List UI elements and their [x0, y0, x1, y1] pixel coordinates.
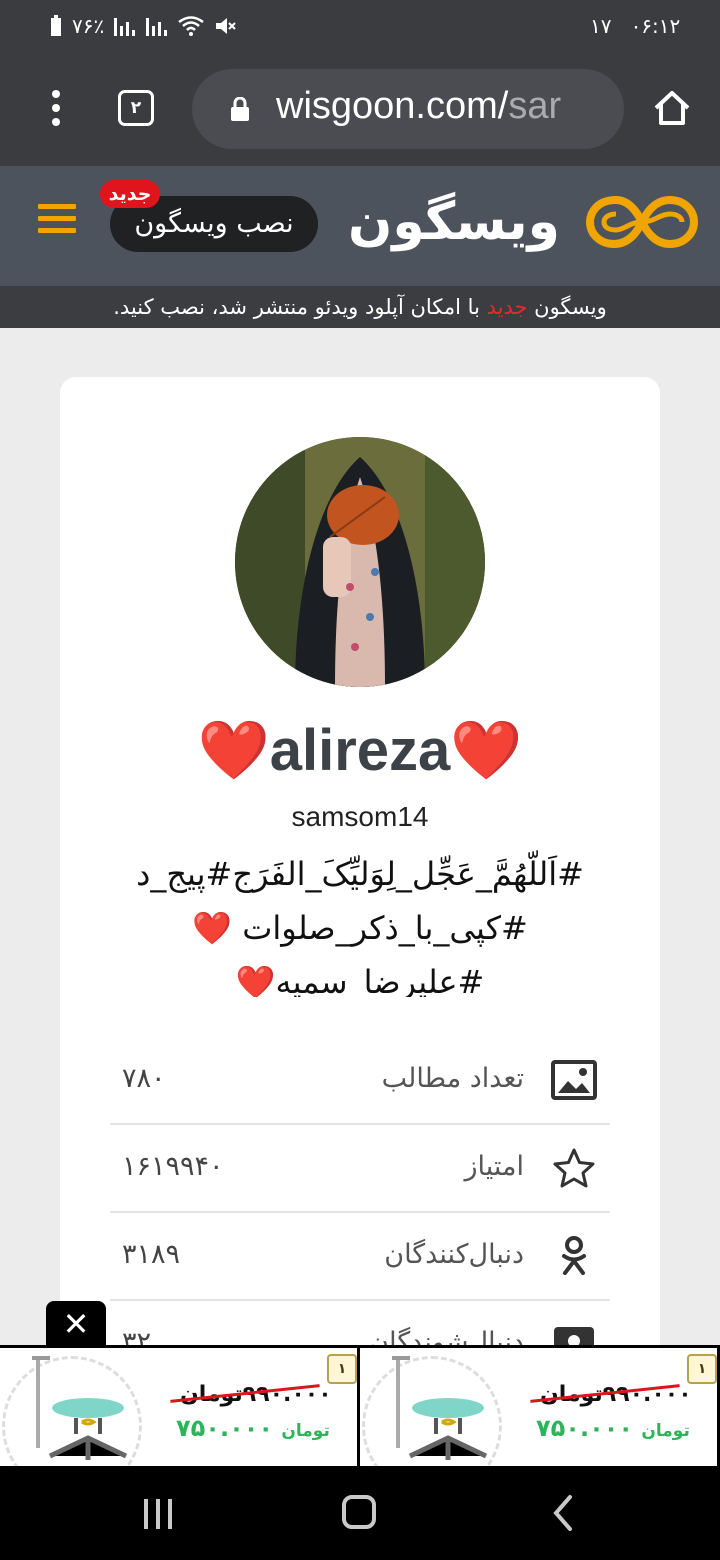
url-host: wisgoon.com/ — [276, 85, 509, 127]
url-path: sar — [508, 85, 562, 127]
ad-logo-icon: ۱ — [327, 1354, 357, 1384]
bio-line[interactable]: #اَللّهُمَّ_عَجِّل_لِوَلیِّکَ_الفَرَج#پی… — [100, 847, 620, 901]
signal-icon — [146, 18, 168, 36]
stat-label: دنبال‌کنندگان — [384, 1239, 524, 1270]
ad-new-price: تومان ۷۵۰.۰۰۰ — [536, 1414, 690, 1442]
bio-hashtag[interactable]: #کپی_با_ذکر_صلوات — [242, 909, 527, 947]
lock-icon — [231, 97, 249, 121]
stat-followers[interactable]: ۳۱۸۹ دنبال‌کنندگان — [110, 1213, 610, 1301]
stat-label: تعداد مطالب — [381, 1063, 524, 1094]
ad-close-button[interactable]: ✕ — [46, 1301, 106, 1347]
new-badge: جدید — [100, 180, 160, 208]
browser-toolbar: ۲ wisgoon.com/sar — [0, 54, 720, 166]
star-icon — [553, 1148, 595, 1188]
url-text: wisgoon.com/sar — [276, 85, 561, 128]
ad-item[interactable]: ۹۹۰.۰۰۰تومان تومان ۷۵۰.۰۰۰ ۱ — [0, 1348, 357, 1466]
avatar[interactable] — [235, 437, 485, 687]
notice-highlight: جدید — [486, 295, 528, 319]
battery-icon — [51, 15, 61, 36]
recents-icon[interactable] — [140, 1497, 176, 1531]
display-name: ❤️alireza❤️ — [60, 717, 660, 785]
system-nav-bar — [0, 1467, 720, 1560]
profile-card: ❤️alireza❤️ samsom14 #اَللّهُمَّ_عَجِّل_… — [60, 377, 660, 1389]
display-name-text: alireza — [269, 718, 451, 783]
site-logo-text[interactable]: ویسگون — [338, 182, 570, 262]
back-icon[interactable] — [548, 1493, 578, 1533]
status-time: ۱۷ ۰۶:۱۲ — [590, 14, 680, 38]
bio-heart: ❤️ — [235, 963, 276, 997]
status-clock: ۰۶:۱۲ — [630, 14, 681, 38]
home-button-icon[interactable] — [342, 1495, 376, 1529]
status-date: ۱۷ — [590, 14, 612, 38]
site-header: نصب ویسگون جدید ویسگون — [0, 166, 720, 286]
ad-price-value: ۷۵۰.۰۰۰ — [176, 1414, 274, 1442]
exercise-machine-image — [32, 1356, 128, 1460]
ad-new-price: تومان ۷۵۰.۰۰۰ — [176, 1414, 330, 1442]
stat-posts[interactable]: ۷۸۰ تعداد مطالب — [110, 1037, 610, 1125]
exercise-machine-image — [392, 1356, 488, 1460]
ad-price-unit: تومان — [281, 1421, 330, 1441]
username: samsom14 — [291, 801, 429, 832]
tab-switcher-button[interactable]: ۲ — [118, 90, 154, 126]
menu-dots-icon[interactable] — [44, 88, 68, 128]
bio-hashtag[interactable]: #علیرضا_سمیه — [275, 963, 484, 997]
stat-points[interactable]: ۱۶۱۹۹۴۰ امتیاز — [110, 1125, 610, 1213]
infinity-logo-icon[interactable] — [586, 192, 698, 252]
battery-percent: ۷۶٪ — [72, 14, 105, 38]
ad-price-unit: تومان — [641, 1421, 690, 1441]
name-heart-right: ❤️ — [450, 718, 523, 783]
address-bar[interactable]: wisgoon.com/sar — [192, 69, 624, 149]
name-heart-left: ❤️ — [197, 718, 270, 783]
ad-banner: ۹۹۰.۰۰۰تومان تومان ۷۵۰.۰۰۰ ۱ ۹۹۰.۰۰۰توما… — [0, 1345, 720, 1467]
notice-text-end: با امکان آپلود ویدئو منتشر شد، نصب کنید. — [113, 295, 487, 319]
profile-bio: #اَللّهُمَّ_عَجِّل_لِوَلیِّکَ_الفَرَج#پی… — [100, 847, 620, 997]
ad-item[interactable]: ۹۹۰.۰۰۰تومان تومان ۷۵۰.۰۰۰ ۱ — [360, 1348, 717, 1466]
stat-value: ۳۱۸۹ — [122, 1239, 181, 1270]
stat-label: امتیاز — [464, 1151, 524, 1182]
mute-icon — [216, 18, 236, 34]
odnoklassniki-icon — [562, 1236, 586, 1275]
hamburger-menu-icon[interactable] — [38, 204, 76, 238]
wifi-icon — [178, 16, 204, 36]
bio-heart: ❤️ — [192, 909, 233, 947]
announcement-bar[interactable]: ویسگون جدید با امکان آپلود ویدئو منتشر ش… — [0, 286, 720, 328]
image-icon — [551, 1060, 597, 1100]
status-bar: ۷۶٪ ۱۷ ۰۶:۱۲ — [0, 0, 720, 54]
stat-value: ۱۶۱۹۹۴۰ — [122, 1151, 224, 1182]
bio-line[interactable]: #کپی_با_ذکر_صلوات ❤️ — [100, 901, 620, 955]
profile-stats: ۷۸۰ تعداد مطالب ۱۶۱۹۹۴۰ امتیاز ۳۱۸۹ دنبا… — [110, 1037, 610, 1389]
notice-text-start: ویسگون — [527, 295, 607, 319]
stat-value: ۷۸۰ — [122, 1063, 166, 1094]
ad-price-value: ۷۵۰.۰۰۰ — [536, 1414, 634, 1442]
status-icons: ۷۶٪ — [50, 14, 236, 38]
signal-icon — [114, 18, 136, 36]
home-icon[interactable] — [652, 88, 692, 128]
ad-logo-icon: ۱ — [687, 1354, 717, 1384]
bio-line[interactable]: #علیرضا_سمیه❤️ — [100, 955, 620, 997]
